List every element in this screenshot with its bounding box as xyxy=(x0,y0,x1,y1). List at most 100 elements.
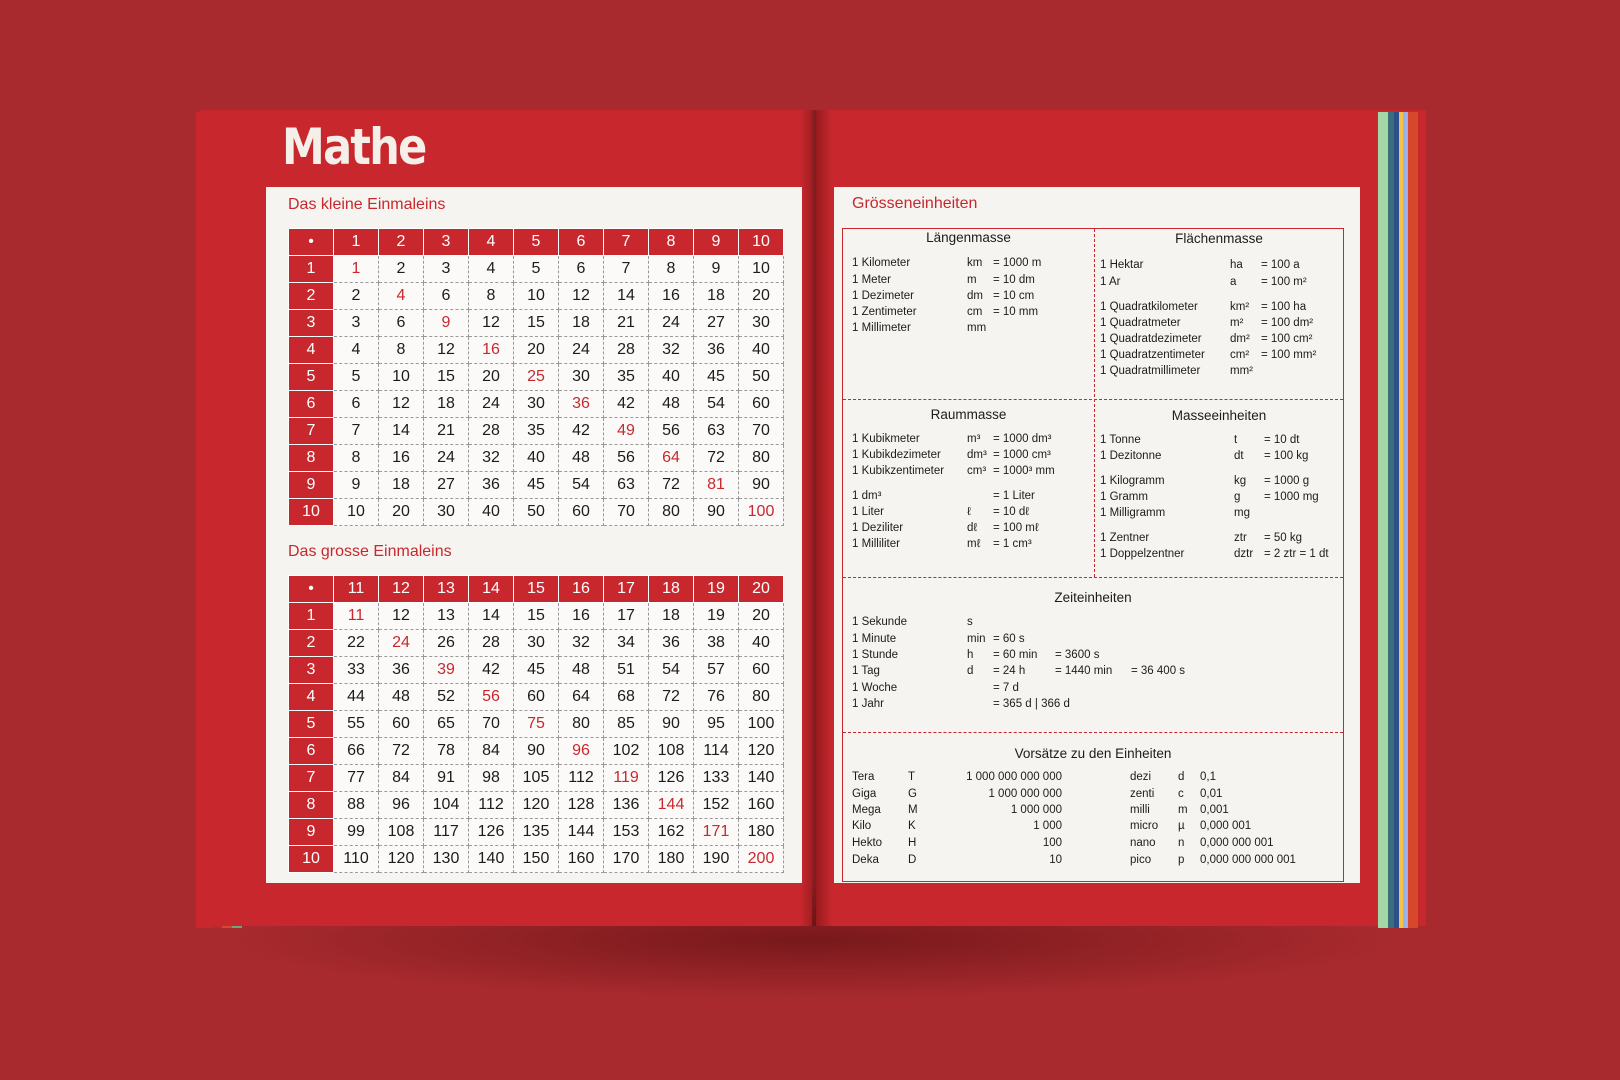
row-header-cell: 9 xyxy=(288,818,334,846)
small-multiplication-table: • 1 2 3 4 5 6 7 8 9 10 1 1 2 3 4 5 6 7 8 9 10 2 2 4 6 8 10 12 14 16 18 2… xyxy=(288,228,784,526)
product-cell: 70 xyxy=(603,498,649,526)
diagonal-product-cell: 9 xyxy=(423,309,469,337)
product-cell: 162 xyxy=(648,818,694,846)
product-cell: 36 xyxy=(693,336,739,364)
product-cell: 27 xyxy=(693,309,739,337)
product-cell: 12 xyxy=(468,309,514,337)
vorsaetze-title: Vorsätze zu den Einheiten xyxy=(1014,746,1172,761)
prefix-value: 0,001 xyxy=(1200,804,1229,816)
product-cell: 15 xyxy=(513,602,559,630)
column-header-cell: 4 xyxy=(468,228,514,256)
laengenmasse-sym: km xyxy=(967,257,983,269)
product-cell: 56 xyxy=(648,417,694,445)
prefix-name: micro xyxy=(1130,820,1159,832)
product-cell: 6 xyxy=(333,390,379,418)
raummasse-eq: = 1 cm³ xyxy=(993,538,1032,550)
laengenmasse-name: 1 Kilometer xyxy=(852,257,911,269)
prefix-value: 1 000 000 000 000 xyxy=(966,771,1062,783)
column-header-cell: 12 xyxy=(378,575,424,603)
masseeinheiten-name: 1 Dezitonne xyxy=(1100,450,1162,462)
product-cell: 24 xyxy=(468,390,514,418)
flaechenmasse-eq: = 100 ha xyxy=(1261,301,1307,313)
product-cell: 90 xyxy=(693,498,739,526)
product-cell: 120 xyxy=(378,845,424,873)
product-cell: 108 xyxy=(648,737,694,765)
product-cell: 170 xyxy=(603,845,649,873)
product-cell: 42 xyxy=(603,390,649,418)
zeiteinheiten-sym: min xyxy=(967,633,986,645)
row-header-cell: 3 xyxy=(288,309,334,337)
prefix-symbol: p xyxy=(1178,854,1185,866)
product-cell: 26 xyxy=(423,629,469,657)
product-cell: 36 xyxy=(468,471,514,499)
prefix-name: pico xyxy=(1130,854,1152,866)
product-cell: 54 xyxy=(648,656,694,684)
raummasse-sym: mℓ xyxy=(967,538,981,550)
zeiteinheiten-eq1: = 24 h xyxy=(993,665,1026,677)
zeiteinheiten-eq1: = 60 s xyxy=(993,633,1025,645)
prefix-value: 1 000 000 xyxy=(1010,804,1062,816)
column-header-cell: 14 xyxy=(468,575,514,603)
raummasse-eq: = 1000 dm³ xyxy=(993,433,1052,445)
product-cell: 85 xyxy=(603,710,649,738)
product-cell: 7 xyxy=(603,255,649,283)
product-cell: 9 xyxy=(333,471,379,499)
row-header-cell: 7 xyxy=(288,764,334,792)
laengenmasse-sym: m xyxy=(967,274,977,286)
product-cell: 32 xyxy=(648,336,694,364)
prefix-symbol: H xyxy=(908,837,917,849)
product-cell: 3 xyxy=(423,255,469,283)
product-cell: 153 xyxy=(603,818,649,846)
book-gutter xyxy=(800,110,832,926)
product-cell: 38 xyxy=(693,629,739,657)
table-header-row: • 11 12 13 14 15 16 17 18 19 20 xyxy=(288,575,784,603)
product-cell: 4 xyxy=(468,255,514,283)
column-header-cell: 15 xyxy=(513,575,559,603)
zeiteinheiten-sym: s xyxy=(967,616,973,628)
laengenmasse-eq: = 10 dm xyxy=(993,274,1035,286)
column-header-cell: 10 xyxy=(738,228,784,256)
masseeinheiten-eq: = 1000 mg xyxy=(1264,491,1319,503)
prefix-value: 1 000 000 000 xyxy=(988,788,1062,800)
laengenmasse-eq: = 1000 m xyxy=(993,257,1042,269)
prefix-value: 0,000 000 001 xyxy=(1200,837,1274,849)
raummasse-eq: = 100 mℓ xyxy=(993,522,1039,534)
raummasse-name: 1 Kubikzentimeter xyxy=(852,465,945,477)
flaechenmasse-sym: mm² xyxy=(1230,365,1253,377)
flaechenmasse-name: 1 Ar xyxy=(1100,276,1121,288)
product-cell: 8 xyxy=(648,255,694,283)
product-cell: 110 xyxy=(333,845,379,873)
product-cell: 22 xyxy=(333,629,379,657)
product-cell: 120 xyxy=(513,791,559,819)
product-cell: 16 xyxy=(558,602,604,630)
product-cell: 84 xyxy=(468,737,514,765)
product-cell: 150 xyxy=(513,845,559,873)
product-cell: 18 xyxy=(648,602,694,630)
product-cell: 60 xyxy=(558,498,604,526)
flaechenmasse-name: 1 Quadratmillimeter xyxy=(1100,365,1201,377)
column-header-cell: 7 xyxy=(603,228,649,256)
laengenmasse-eq: = 10 mm xyxy=(993,306,1039,318)
product-cell: 30 xyxy=(513,629,559,657)
product-cell: 54 xyxy=(558,471,604,499)
diagonal-product-cell: 11 xyxy=(333,602,379,630)
product-cell: 18 xyxy=(558,309,604,337)
product-cell: 21 xyxy=(423,417,469,445)
product-cell: 52 xyxy=(423,683,469,711)
prefix-name: Deka xyxy=(852,854,879,866)
product-cell: 102 xyxy=(603,737,649,765)
table-row: 9 99 108 117 126 135 144 153 162 171 180 xyxy=(288,818,784,846)
product-cell: 30 xyxy=(423,498,469,526)
table-row: 4 4 8 12 16 20 24 28 32 36 40 xyxy=(288,336,784,364)
masseeinheiten-eq: = 1000 g xyxy=(1264,475,1310,487)
prefix-name: Giga xyxy=(852,788,877,800)
product-cell: 2 xyxy=(333,282,379,310)
diagonal-product-cell: 24 xyxy=(378,629,424,657)
zeiteinheiten-name: 1 Stunde xyxy=(852,649,899,661)
product-cell: 80 xyxy=(738,683,784,711)
prefix-symbol: c xyxy=(1178,788,1184,800)
product-cell: 90 xyxy=(648,710,694,738)
product-cell: 45 xyxy=(513,471,559,499)
units-divider xyxy=(843,399,1343,400)
flaechenmasse-name: 1 Quadratkilometer xyxy=(1100,301,1198,313)
